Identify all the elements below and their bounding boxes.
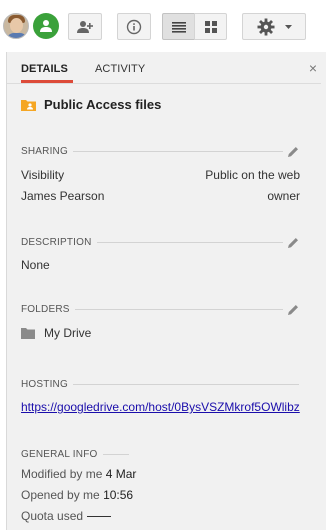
general-info-section-header: GENERAL INFO [21,447,129,461]
edit-description-pencil-icon[interactable] [288,237,299,248]
grid-view-icon [204,20,217,33]
modified-date: 4 Mar [105,467,137,481]
share-people-icon[interactable] [33,13,59,39]
owner-name: James Pearson [21,189,105,203]
item-title-row: Public Access files [21,97,161,112]
modified-info: Modified by me 4 Mar [21,467,137,481]
owner-role: owner [267,189,300,203]
sharing-section-header: SHARING [21,144,299,158]
visibility-label: Visibility [21,168,65,182]
user-avatar[interactable] [3,13,29,39]
settings-button[interactable] [242,13,306,40]
tab-activity[interactable]: ACTIVITY [95,63,145,75]
list-view-icon [171,21,186,33]
close-icon[interactable]: × [309,61,317,75]
gear-icon [257,18,274,35]
grid-view-button[interactable] [194,13,227,40]
general-info-heading: GENERAL INFO [21,448,98,460]
sharing-owner-row: James Pearson owner [21,189,300,203]
info-button[interactable] [117,13,151,40]
sharing-heading: SHARING [21,145,68,157]
description-section-header: DESCRIPTION [21,235,299,249]
visibility-value: Public on the web [205,168,300,182]
description-heading: DESCRIPTION [21,236,92,248]
quota-dash [87,516,112,518]
edit-sharing-pencil-icon[interactable] [288,146,299,157]
description-value: None [21,258,50,272]
hosting-section-header: HOSTING [21,377,299,391]
quota-info: Quota used [21,509,112,523]
folders-section-header: FOLDERS [21,302,299,316]
opened-time: 10:56 [103,488,134,502]
folders-heading: FOLDERS [21,303,70,315]
panel-tabs: DETAILS ACTIVITY × [7,52,321,84]
opened-info: Opened by me 10:56 [21,488,134,502]
hosting-url-link[interactable]: https://googledrive.com/host/0BysVSZMkro… [21,400,300,414]
shared-folder-icon [21,99,36,111]
tab-details[interactable]: DETAILS [21,63,68,75]
list-view-button[interactable] [162,13,195,40]
active-tab-indicator [21,80,73,83]
item-title: Public Access files [44,97,162,112]
details-panel: DETAILS ACTIVITY × Public Access files S… [6,52,326,530]
edit-folders-pencil-icon[interactable] [288,304,299,315]
folder-icon [21,327,35,339]
top-toolbar [0,0,326,52]
sharing-visibility-row: Visibility Public on the web [21,168,300,182]
info-icon [126,19,142,34]
add-person-icon [77,20,93,33]
add-person-button[interactable] [68,13,102,40]
folder-name: My Drive [44,326,92,340]
folder-my-drive[interactable]: My Drive [21,326,91,340]
hosting-heading: HOSTING [21,378,68,390]
caret-down-icon [284,24,292,29]
